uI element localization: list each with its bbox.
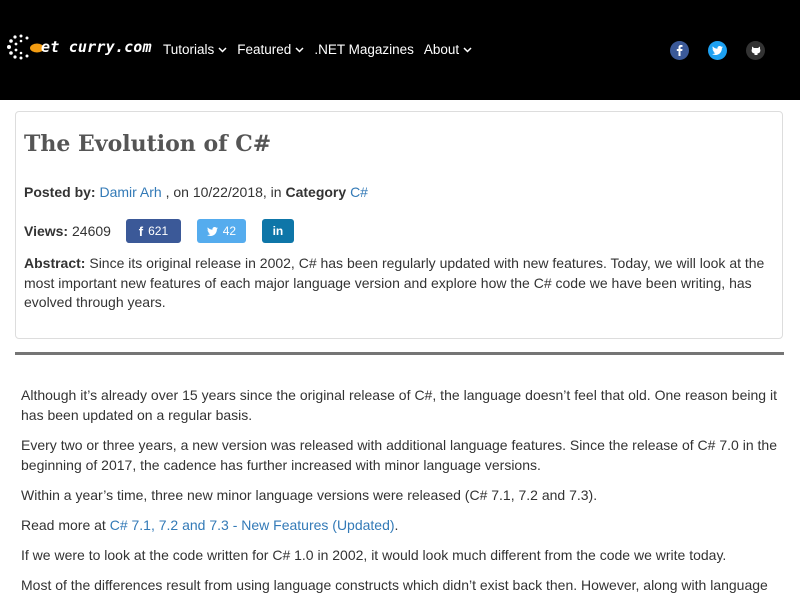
nav-about[interactable]: About — [424, 42, 472, 57]
linkedin-share-button[interactable]: in — [261, 219, 294, 243]
body-paragraph: Most of the differences result from usin… — [21, 577, 768, 593]
article-body: Although it’s already over 15 years sinc… — [21, 385, 777, 605]
site-logo[interactable]: et curry.com — [4, 32, 152, 62]
page-title: The Evolution of C# — [24, 131, 272, 157]
category-label: Category — [285, 184, 347, 200]
views-row: Views: 24609 f 621 42 in — [24, 219, 294, 243]
body-paragraph: Every two or three years, a new version … — [21, 437, 777, 473]
read-more-suffix: . — [394, 517, 399, 533]
nav-net-magazines-label: .NET Magazines — [314, 42, 414, 57]
posted-by-label: Posted by: — [24, 184, 96, 200]
facebook-icon: f — [138, 223, 144, 239]
linkedin-icon: in — [272, 224, 284, 238]
chevron-down-icon — [218, 46, 227, 53]
main-nav: Tutorials Featured .NET Magazines About — [163, 42, 482, 57]
body-paragraph: Within a year’s time, three new minor la… — [21, 487, 598, 503]
article-abstract: Abstract: Since its original release in … — [24, 254, 772, 313]
views-label: Views: — [24, 223, 69, 239]
read-more-link[interactable]: C# 7.1, 7.2 and 7.3 - New Features (Upda… — [110, 517, 395, 533]
chevron-down-icon — [295, 46, 304, 53]
read-more-prefix: Read more at — [21, 517, 106, 533]
nav-featured[interactable]: Featured — [237, 42, 304, 57]
social-links — [670, 41, 784, 60]
twitter-share-count: 42 — [222, 224, 237, 238]
twitter-icon — [206, 226, 218, 236]
github-icon[interactable] — [746, 41, 765, 60]
site-header: et curry.com Tutorials Featured .NET Mag… — [0, 0, 800, 100]
nav-tutorials-label: Tutorials — [163, 42, 215, 57]
nav-tutorials[interactable]: Tutorials — [163, 42, 227, 57]
category-link[interactable]: C# — [350, 184, 368, 200]
facebook-share-count: 621 — [148, 224, 169, 238]
nav-net-magazines[interactable]: .NET Magazines — [314, 42, 414, 57]
facebook-share-button[interactable]: f 621 — [125, 219, 181, 243]
section-divider — [15, 352, 784, 355]
logo-text: et curry.com — [41, 38, 152, 56]
posted-date: , on 10/22/2018, in — [165, 184, 282, 200]
abstract-label: Abstract: — [24, 255, 86, 271]
abstract-text: Since its original release in 2002, C# h… — [24, 255, 765, 310]
chevron-down-icon — [463, 46, 472, 53]
views-count: 24609 — [72, 223, 111, 239]
nav-about-label: About — [423, 42, 460, 57]
body-paragraph: Although it’s already over 15 years sinc… — [21, 387, 777, 423]
body-paragraph: If we were to look at the code written f… — [21, 547, 727, 563]
nav-featured-label: Featured — [237, 42, 292, 57]
body-paragraph-read-more: Read more at C# 7.1, 7.2 and 7.3 - New F… — [21, 515, 777, 535]
author-link[interactable]: Damir Arh — [99, 184, 161, 200]
twitter-icon[interactable] — [708, 41, 727, 60]
facebook-icon[interactable] — [670, 41, 689, 60]
article-meta: Posted by: Damir Arh , on 10/22/2018, in… — [24, 184, 368, 200]
logo-icon — [7, 34, 44, 60]
twitter-share-button[interactable]: 42 — [196, 219, 246, 243]
